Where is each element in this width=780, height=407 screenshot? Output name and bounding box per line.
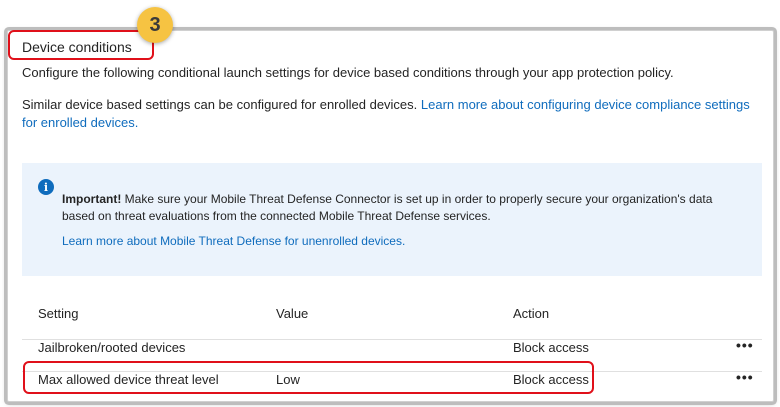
- section-description: Configure the following conditional laun…: [22, 65, 674, 80]
- row-more-options-icon[interactable]: •••: [736, 337, 754, 353]
- header-action: Action: [513, 306, 550, 321]
- info-message: Important! Make sure your Mobile Threat …: [62, 191, 742, 225]
- header-setting: Setting: [38, 306, 79, 321]
- important-info-box: i Important! Make sure your Mobile Threa…: [22, 163, 762, 276]
- info-icon: i: [38, 179, 54, 195]
- step-badge: 3: [137, 7, 173, 43]
- enrolled-devices-text: Similar device based settings can be con…: [22, 96, 758, 132]
- header-value: Value: [276, 306, 309, 321]
- info-body: Make sure your Mobile Threat Defense Con…: [62, 192, 713, 223]
- enrolled-text: Similar device based settings can be con…: [22, 97, 421, 112]
- info-important-label: Important!: [62, 192, 122, 206]
- row-more-options-icon[interactable]: •••: [736, 369, 754, 385]
- section-title: Device conditions: [22, 39, 132, 55]
- row-setting-jailbroken: Jailbroken/rooted devices: [38, 340, 186, 355]
- row-action-jailbroken: Block access: [513, 340, 589, 355]
- mtd-learn-more-link[interactable]: Learn more about Mobile Threat Defense f…: [62, 233, 405, 250]
- threat-level-highlight-box: [23, 361, 594, 394]
